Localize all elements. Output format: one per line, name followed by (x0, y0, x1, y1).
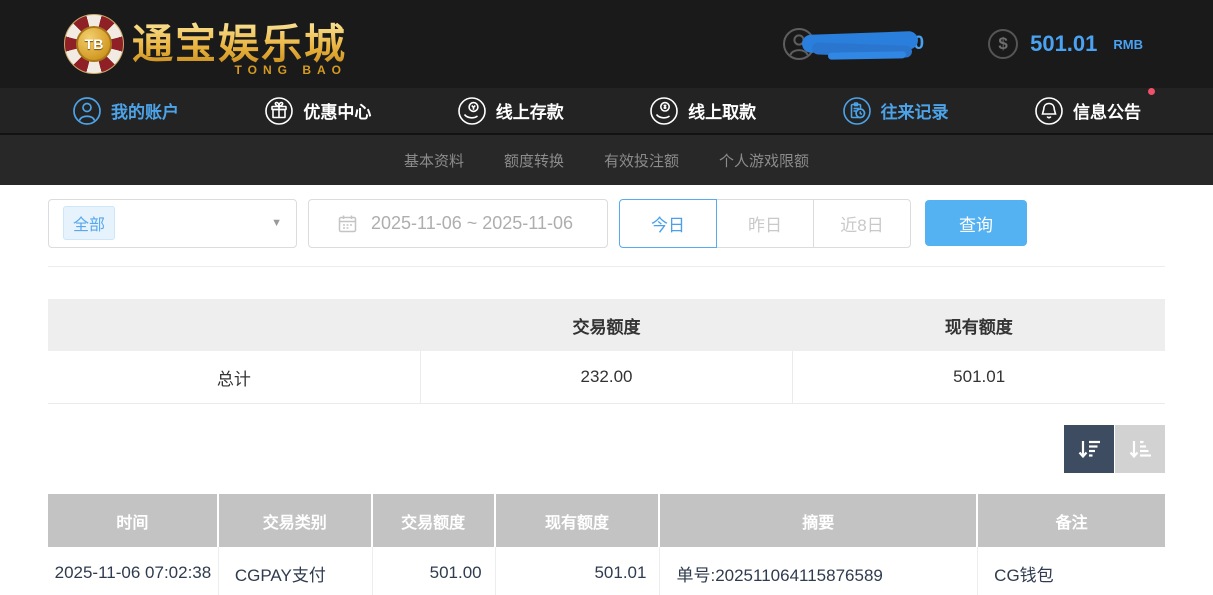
quick-range-last8days[interactable]: 近8日 (813, 199, 911, 248)
summary-header-transaction-amount: 交易额度 (420, 299, 792, 351)
subnav-item-quota-transfer[interactable]: 额度转换 (504, 150, 564, 171)
section-divider (48, 266, 1165, 267)
nav-label: 信息公告 (1073, 98, 1141, 123)
record-transaction-amount: 501.00 (373, 547, 496, 595)
nav-item-records[interactable]: 往来记录 (842, 96, 949, 126)
date-range-value: 2025-11-06 ~ 2025-11-06 (371, 213, 573, 234)
record-current-amount: 501.01 (496, 547, 661, 595)
casino-chip-icon: TB (64, 14, 124, 74)
table-row: 2025-11-06 07:02:38 CGPAY支付 501.00 501.0… (48, 547, 1165, 595)
col-header-summary: 摘要 (660, 494, 978, 547)
summary-total-row: 总计 232.00 501.01 (48, 351, 1165, 404)
col-header-type: 交易类别 (219, 494, 373, 547)
type-selected-value: 全部 (63, 206, 115, 240)
brand-wordmark: 通宝娱乐城 TONG BAO (132, 14, 353, 74)
brand-logo[interactable]: TB 通宝娱乐城 TONG BAO (64, 14, 353, 74)
summary-total-label: 总计 (48, 351, 420, 403)
quick-range-yesterday[interactable]: 昨日 (716, 199, 814, 248)
chip-tb-monogram: TB (76, 26, 112, 62)
user-account[interactable]: 0 (782, 27, 925, 61)
bell-icon (1034, 96, 1064, 126)
subnav-item-game-limits[interactable]: 个人游戏限额 (719, 150, 809, 171)
col-header-current-amount: 现有额度 (496, 494, 661, 547)
balance-currency: RMB (1113, 37, 1143, 52)
records-table-header: 时间 交易类别 交易额度 现有额度 摘要 备注 (48, 494, 1165, 547)
nav-item-promotions[interactable]: 优惠中心 (264, 96, 371, 126)
nav-label: 我的账户 (111, 98, 179, 123)
col-header-time: 时间 (48, 494, 219, 547)
balance[interactable]: $ 501.01 RMB (988, 29, 1143, 59)
main-nav: 我的账户 优惠中心 线上存款 线上取款 (0, 88, 1213, 135)
nav-item-announcements[interactable]: 信息公告 (1034, 96, 1141, 126)
date-range-input[interactable]: 2025-11-06 ~ 2025-11-06 (308, 199, 608, 248)
gift-icon (264, 96, 294, 126)
record-type: CGPAY支付 (219, 547, 373, 595)
sort-controls (48, 425, 1165, 473)
summary-header-empty (48, 299, 420, 351)
sort-ascending-icon (1127, 436, 1153, 462)
topbar-right: 0 $ 501.01 RMB (782, 27, 1143, 61)
summary-current-amount: 501.01 (792, 351, 1165, 403)
main-content: 全部 ▼ 2025-11-06 ~ 2025-11-06 今日 昨日 近8日 查… (0, 198, 1213, 595)
summary-table-header: 交易额度 现有额度 (48, 299, 1165, 351)
topbar: TB 通宝娱乐城 TONG BAO 0 $ 501.01 RMB (0, 0, 1213, 88)
col-header-transaction-amount: 交易额度 (373, 494, 496, 547)
record-summary: 单号:202511064115876589 (660, 547, 978, 595)
summary-header-current-amount: 现有额度 (793, 299, 1165, 351)
calendar-icon (337, 213, 358, 234)
dollar-icon: $ (988, 29, 1018, 59)
nav-item-deposit[interactable]: 线上存款 (457, 96, 564, 126)
type-select[interactable]: 全部 ▼ (48, 199, 297, 248)
search-button[interactable]: 查询 (925, 200, 1027, 246)
chevron-down-icon: ▼ (271, 217, 282, 229)
brand-name-en: TONG BAO (235, 63, 347, 77)
nav-item-withdraw[interactable]: 线上取款 (649, 96, 756, 126)
nav-item-my-account[interactable]: 我的账户 (72, 96, 179, 126)
record-note: CG钱包 (978, 547, 1165, 595)
nav-label: 优惠中心 (303, 98, 371, 123)
nav-label: 线上取款 (688, 98, 756, 123)
balance-amount: 501.01 (1030, 31, 1097, 57)
username-redaction-scribble (802, 32, 918, 56)
quick-range-today[interactable]: 今日 (619, 199, 717, 248)
sort-ascending-button[interactable] (1115, 425, 1165, 473)
sort-descending-icon (1076, 436, 1102, 462)
withdraw-icon (649, 96, 679, 126)
deposit-icon (457, 96, 487, 126)
summary-table: 交易额度 现有额度 总计 232.00 501.01 (48, 299, 1165, 404)
notification-dot (1148, 88, 1155, 95)
nav-label: 往来记录 (881, 98, 949, 123)
summary-transaction-amount: 232.00 (420, 351, 793, 403)
nav-label: 线上存款 (496, 98, 564, 123)
subnav-item-valid-bets[interactable]: 有效投注额 (604, 150, 679, 171)
quick-range-group: 今日 昨日 近8日 (619, 199, 911, 248)
subnav-item-basic-info[interactable]: 基本资料 (404, 150, 464, 171)
col-header-note: 备注 (978, 494, 1165, 547)
record-time: 2025-11-06 07:02:38 (48, 547, 219, 595)
user-icon (72, 96, 102, 126)
sub-nav: 基本资料 额度转换 有效投注额 个人游戏限额 (0, 135, 1213, 185)
records-table: 时间 交易类别 交易额度 现有额度 摘要 备注 2025-11-06 07:02… (48, 494, 1165, 595)
sort-descending-button[interactable] (1064, 425, 1114, 473)
filter-row: 全部 ▼ 2025-11-06 ~ 2025-11-06 今日 昨日 近8日 查… (48, 198, 1165, 248)
records-icon (842, 96, 872, 126)
